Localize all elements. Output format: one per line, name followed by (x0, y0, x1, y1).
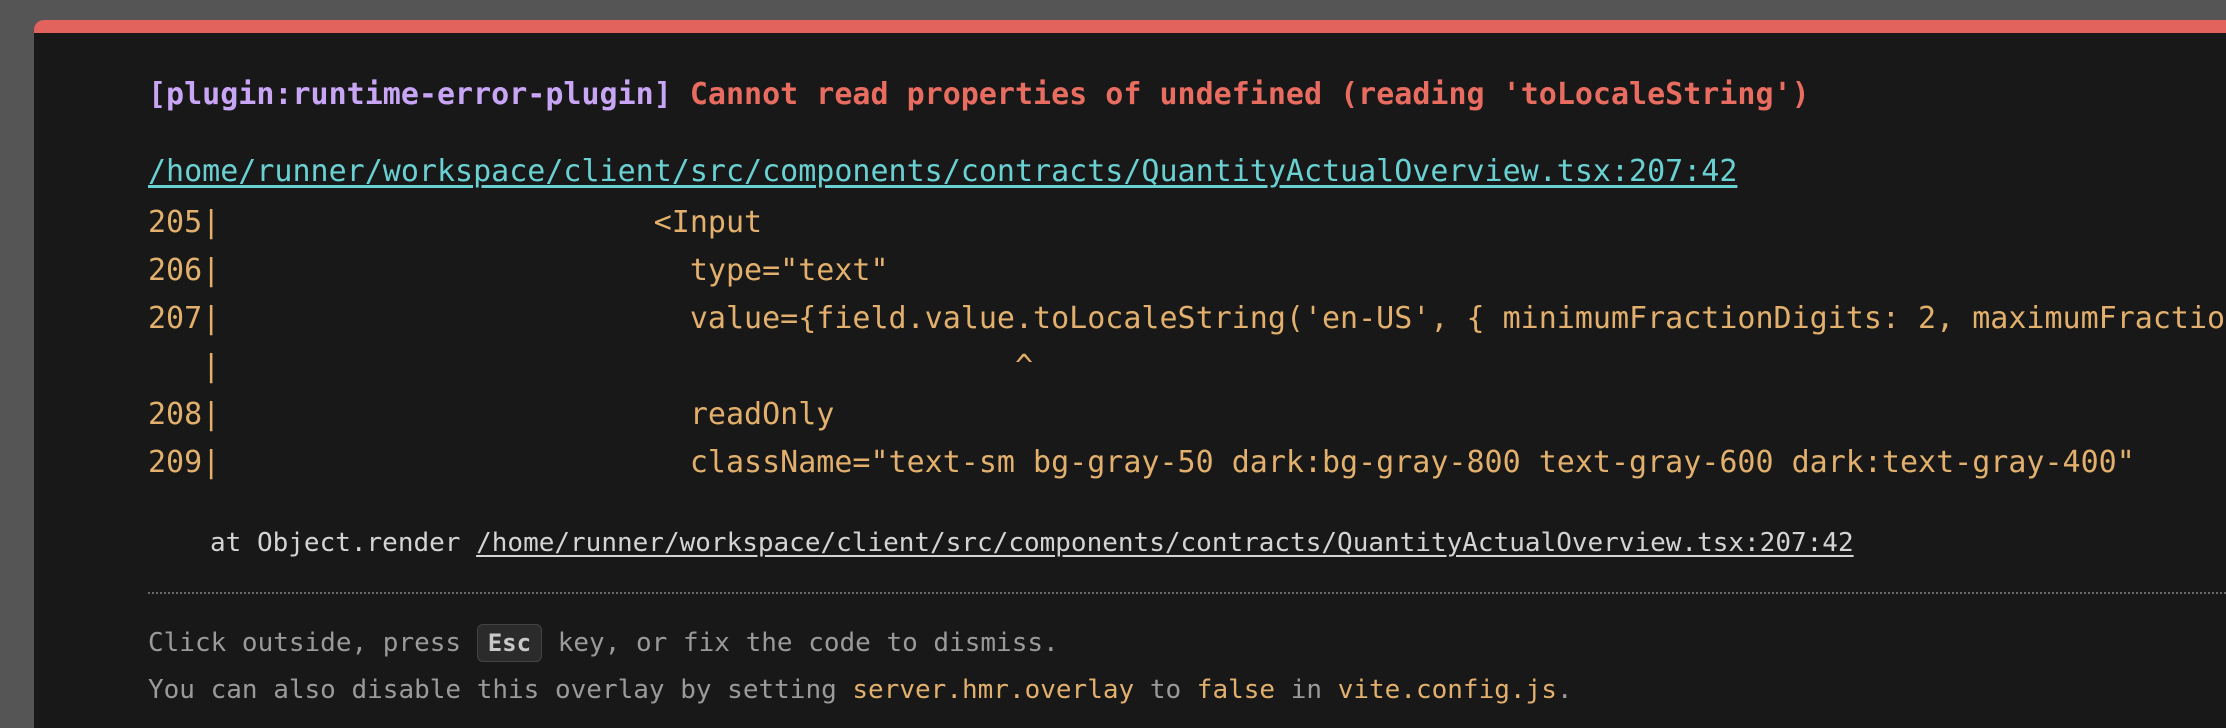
code-line-208: 208| readOnly (148, 397, 835, 432)
tip-text-before: Click outside, press (148, 628, 477, 658)
tip2-part2: to (1134, 675, 1197, 705)
error-overlay: [plugin:runtime-error-plugin] Cannot rea… (34, 20, 2226, 728)
tip2-part3: in (1275, 675, 1338, 705)
stack-file-link[interactable]: /home/runner/workspace/client/src/compon… (476, 528, 1854, 558)
code-line-caret: | ^ (148, 349, 1034, 384)
disable-overlay-tip: You can also disable this overlay by set… (148, 670, 1573, 710)
tip2-code-file: vite.config.js (1337, 675, 1557, 705)
plugin-label: [plugin:runtime-error-plugin] (148, 77, 672, 112)
tip-text-after: key, or fix the code to dismiss. (542, 628, 1059, 658)
file-location-link[interactable]: /home/runner/workspace/client/src/compon… (148, 152, 1737, 192)
divider (148, 592, 2226, 594)
stack-prefix: at Object.render (210, 528, 477, 558)
dismiss-tip: Click outside, press Esc key, or fix the… (148, 623, 1059, 663)
code-line-209: 209| className="text-sm bg-gray-50 dark:… (148, 445, 2135, 480)
tip2-code-setting: server.hmr.overlay (852, 675, 1135, 705)
esc-key-badge: Esc (476, 624, 543, 662)
tip2-part4: . (1556, 675, 1573, 705)
code-line-205: 205| <Input (148, 205, 763, 240)
code-line-206: 206| type="text" (148, 253, 889, 288)
code-frame: 205| <Input 206| type="text" 207| value=… (148, 199, 2226, 487)
tip2-code-value: false (1196, 675, 1276, 705)
error-message: Cannot read properties of undefined (rea… (689, 77, 1810, 112)
error-message-header: [plugin:runtime-error-plugin] Cannot rea… (148, 75, 1810, 115)
tip2-part1: You can also disable this overlay by set… (148, 675, 853, 705)
stack-trace: at Object.render /home/runner/workspace/… (210, 525, 1854, 561)
code-line-207: 207| value={field.value.toLocaleString('… (148, 301, 2226, 336)
